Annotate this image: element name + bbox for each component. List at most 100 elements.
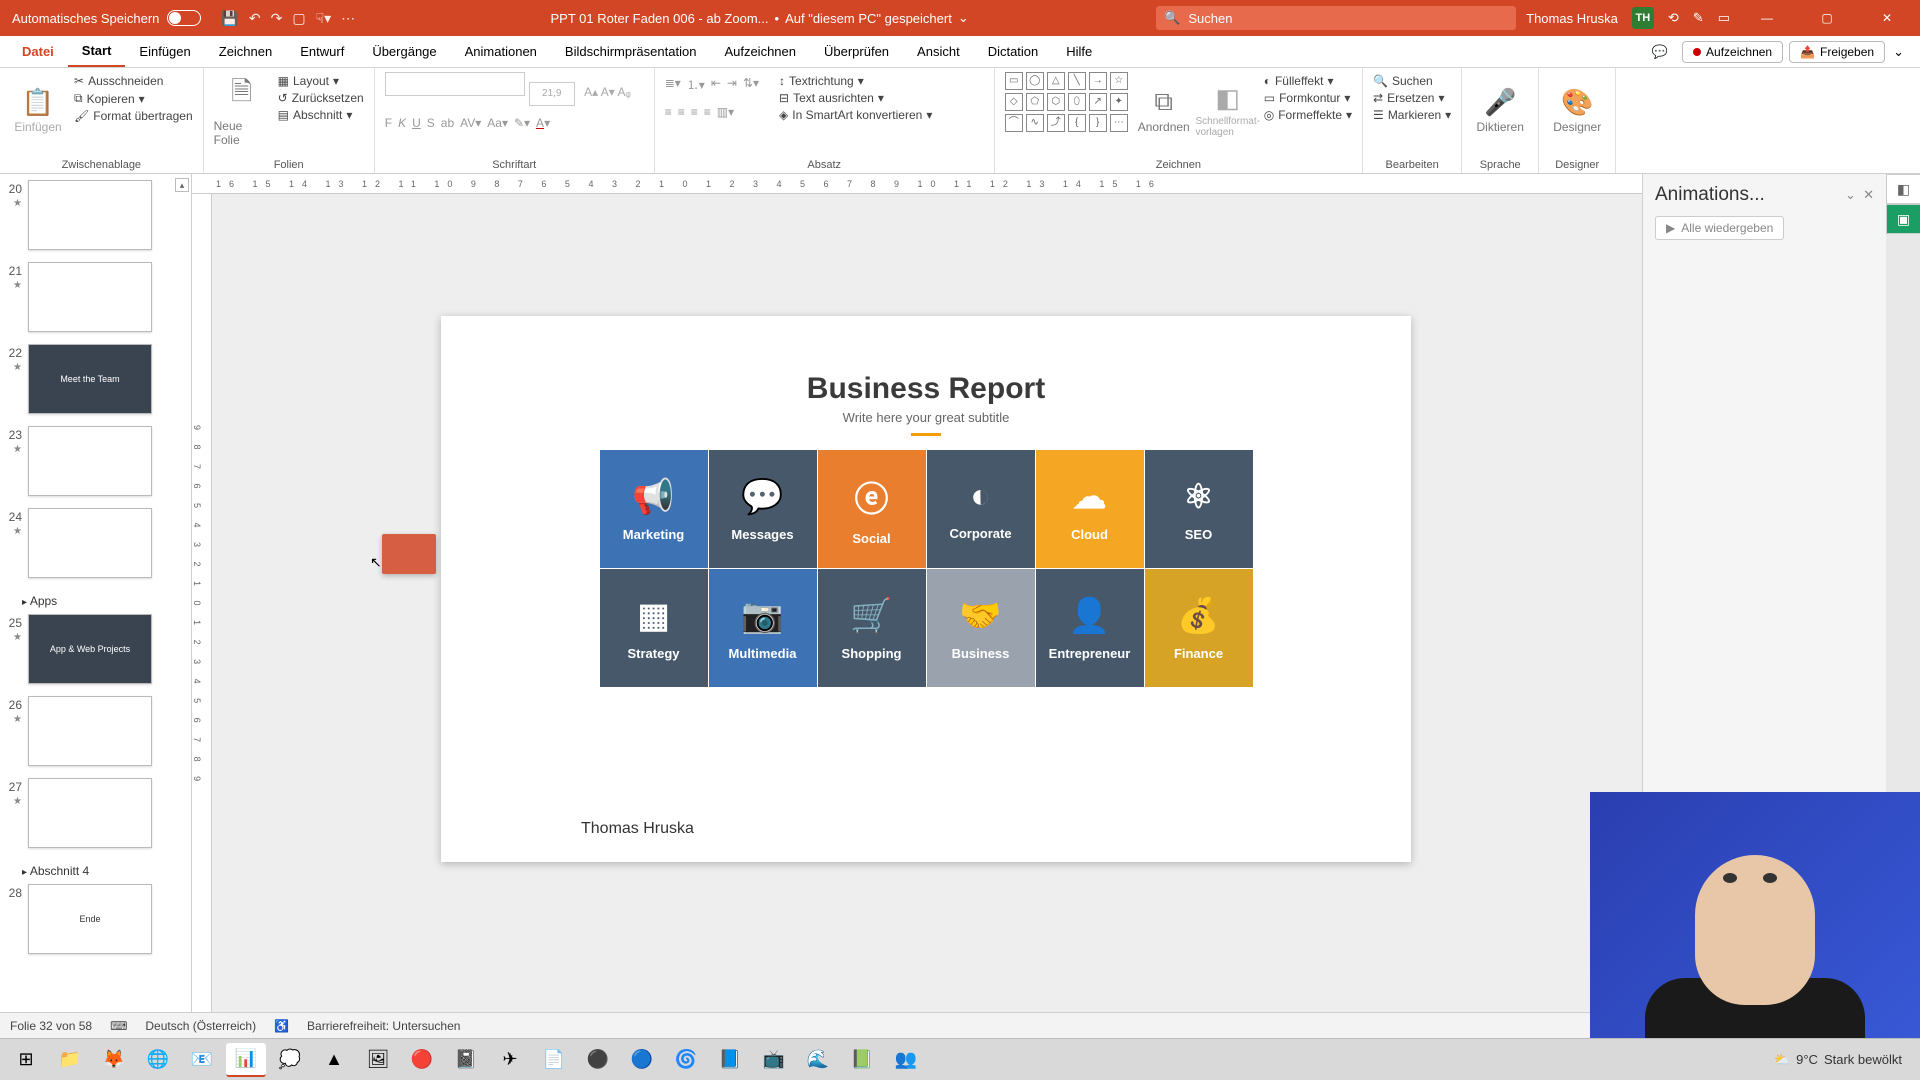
linespacing-icon[interactable]: ⇅▾ xyxy=(743,76,759,93)
paste-button[interactable]: 📋Einfügen xyxy=(10,72,66,148)
window-icon[interactable]: ▭ xyxy=(1718,10,1730,26)
clear-format-icon[interactable]: Aᵩ xyxy=(617,85,630,99)
tile-business[interactable]: 🤝Business xyxy=(927,569,1035,687)
text-direction-button[interactable]: ↕ Textrichtung ▾ xyxy=(779,74,932,88)
user-name[interactable]: Thomas Hruska xyxy=(1526,11,1618,26)
accessibility-status[interactable]: Barrierefreiheit: Untersuchen xyxy=(307,1019,460,1033)
slide-thumbnails-panel[interactable]: ▴ 20★ 21★ 22★Meet the Team 23★ 24★ Apps … xyxy=(0,174,192,1012)
thumbnail-25[interactable]: App & Web Projects xyxy=(28,614,152,684)
pane-collapse-icon[interactable]: ⌄ xyxy=(1845,187,1856,202)
thumbnail-26[interactable] xyxy=(28,696,152,766)
chevron-down-icon[interactable]: ⌄ xyxy=(958,10,969,26)
align-right-icon[interactable]: ≡ xyxy=(691,105,698,119)
draw-icon[interactable]: ✎ xyxy=(1693,10,1704,26)
underline-icon[interactable]: U xyxy=(412,116,421,130)
powerpoint-icon[interactable]: 📊 xyxy=(226,1043,266,1077)
lang-icon[interactable]: ⌨ xyxy=(110,1019,127,1033)
indent-icon[interactable]: ⇥ xyxy=(727,76,737,93)
tab-animations[interactable]: Animationen xyxy=(451,36,551,67)
format-painter-button[interactable]: 🖌 Format übertragen xyxy=(74,109,193,123)
user-avatar[interactable]: TH xyxy=(1632,7,1654,29)
slide-author[interactable]: Thomas Hruska xyxy=(581,820,694,838)
tile-seo[interactable]: ⚛SEO xyxy=(1145,450,1253,568)
shadow-icon[interactable]: ab xyxy=(441,116,454,130)
tab-help[interactable]: Hilfe xyxy=(1052,36,1106,67)
pane-close-icon[interactable]: ✕ xyxy=(1863,187,1874,202)
slide-counter[interactable]: Folie 32 von 58 xyxy=(10,1019,92,1033)
firefox-icon[interactable]: 🦊 xyxy=(94,1043,134,1077)
tile-strategy[interactable]: ▦Strategy xyxy=(600,569,708,687)
tile-finance[interactable]: 💰Finance xyxy=(1145,569,1253,687)
accessibility-icon[interactable]: ♿ xyxy=(274,1019,289,1033)
share-button[interactable]: 📤Freigeben xyxy=(1789,41,1885,63)
layout-button[interactable]: ▦ Layout ▾ xyxy=(278,74,364,88)
justify-icon[interactable]: ≡ xyxy=(704,105,711,119)
tile-grid[interactable]: 📢Marketing💬MessagesⓔSocial◐Corporate☁Clo… xyxy=(441,450,1411,687)
fill-button[interactable]: ◐ Fülleffekt ▾ xyxy=(1264,74,1352,88)
app-icon-4[interactable]: 📄 xyxy=(534,1043,574,1077)
shapes-gallery[interactable]: ▭◯△╲→☆ ◇⬠⬡⬯↗✦ ⌒∿⤴{}⋯ xyxy=(1005,72,1128,132)
app-icon-6[interactable]: 🌀 xyxy=(666,1043,706,1077)
align-text-button[interactable]: ⊟ Text ausrichten ▾ xyxy=(779,91,932,105)
touch-icon[interactable]: ☟▾ xyxy=(316,10,332,27)
cut-button[interactable]: ✂ Ausschneiden xyxy=(74,74,193,88)
teams-icon[interactable]: 👥 xyxy=(886,1043,926,1077)
tile-multimedia[interactable]: 📷Multimedia xyxy=(709,569,817,687)
align-left-icon[interactable]: ≡ xyxy=(665,105,672,119)
effects-button[interactable]: ◎ Formeffekte ▾ xyxy=(1264,108,1352,122)
tile-messages[interactable]: 💬Messages xyxy=(709,450,817,568)
search-box[interactable]: 🔍 Suchen xyxy=(1156,6,1516,30)
slide-editor[interactable]: Business Report Write here your great su… xyxy=(441,316,1411,862)
copy-button[interactable]: ⧉ Kopieren ▾ xyxy=(74,91,193,106)
close-button[interactable]: ✕ xyxy=(1864,11,1910,25)
thumbnail-21[interactable] xyxy=(28,262,152,332)
grow-font-icon[interactable]: A▴ xyxy=(584,85,598,99)
tab-review[interactable]: Überprüfen xyxy=(810,36,903,67)
replace-button[interactable]: ⇄ Ersetzen ▾ xyxy=(1373,91,1451,105)
tab-slideshow[interactable]: Bildschirmpräsentation xyxy=(551,36,711,67)
dictate-button[interactable]: 🎤Diktieren xyxy=(1472,72,1528,148)
shrink-font-icon[interactable]: A▾ xyxy=(601,85,615,99)
case-icon[interactable]: Aa▾ xyxy=(487,116,508,130)
tile-marketing[interactable]: 📢Marketing xyxy=(600,450,708,568)
reset-button[interactable]: ↺ Zurücksetzen xyxy=(278,91,364,105)
section-button[interactable]: ▤ Abschnitt ▾ xyxy=(278,108,364,122)
tab-design[interactable]: Entwurf xyxy=(286,36,358,67)
quickstyles-button[interactable]: ◧Schnellformat-vorlagen xyxy=(1200,72,1256,148)
word-icon[interactable]: 📘 xyxy=(710,1043,750,1077)
record-button[interactable]: Aufzeichnen xyxy=(1682,41,1783,63)
bullets-icon[interactable]: ≣▾ xyxy=(665,76,681,93)
numbering-icon[interactable]: ⒈▾ xyxy=(687,76,705,93)
chrome-icon[interactable]: 🌐 xyxy=(138,1043,178,1077)
tile-corporate[interactable]: ◐Corporate xyxy=(927,450,1035,568)
align-center-icon[interactable]: ≡ xyxy=(678,105,685,119)
edge-icon[interactable]: 🌊 xyxy=(798,1043,838,1077)
save-icon[interactable]: 💾 xyxy=(221,10,238,27)
tab-start[interactable]: Start xyxy=(68,36,126,67)
excel-icon[interactable]: 📗 xyxy=(842,1043,882,1077)
redo-icon[interactable]: ↷ xyxy=(271,10,283,27)
tab-draw[interactable]: Zeichnen xyxy=(205,36,286,67)
maximize-button[interactable]: ▢ xyxy=(1804,11,1850,25)
tile-social[interactable]: ⓔSocial xyxy=(818,450,926,568)
play-all-button[interactable]: ▶ Alle wiedergeben xyxy=(1655,216,1784,240)
tab-record[interactable]: Aufzeichnen xyxy=(710,36,810,67)
spacing-icon[interactable]: AV▾ xyxy=(460,116,481,130)
thumbnail-22[interactable]: Meet the Team xyxy=(28,344,152,414)
start-button[interactable]: ⊞ xyxy=(6,1043,46,1077)
telegram-icon[interactable]: ✈ xyxy=(490,1043,530,1077)
thumbnail-28[interactable]: Ende xyxy=(28,884,152,954)
tab-insert[interactable]: Einfügen xyxy=(125,36,204,67)
undo-icon[interactable]: ↶ xyxy=(249,10,261,27)
outdent-icon[interactable]: ⇤ xyxy=(711,76,721,93)
obs-icon[interactable]: ⚫ xyxy=(578,1043,618,1077)
qat-more-icon[interactable]: ⋯ xyxy=(341,10,355,27)
designer-button[interactable]: 🎨Designer xyxy=(1549,72,1605,148)
onenote-icon[interactable]: 📓 xyxy=(446,1043,486,1077)
thumbnail-23[interactable] xyxy=(28,426,152,496)
outlook-icon[interactable]: 📧 xyxy=(182,1043,222,1077)
italic-icon[interactable]: K xyxy=(398,116,406,130)
sidetab-1[interactable]: ◧ xyxy=(1886,174,1920,204)
app-icon-2[interactable]: 🖼 xyxy=(358,1043,398,1077)
thumbnail-24[interactable] xyxy=(28,508,152,578)
